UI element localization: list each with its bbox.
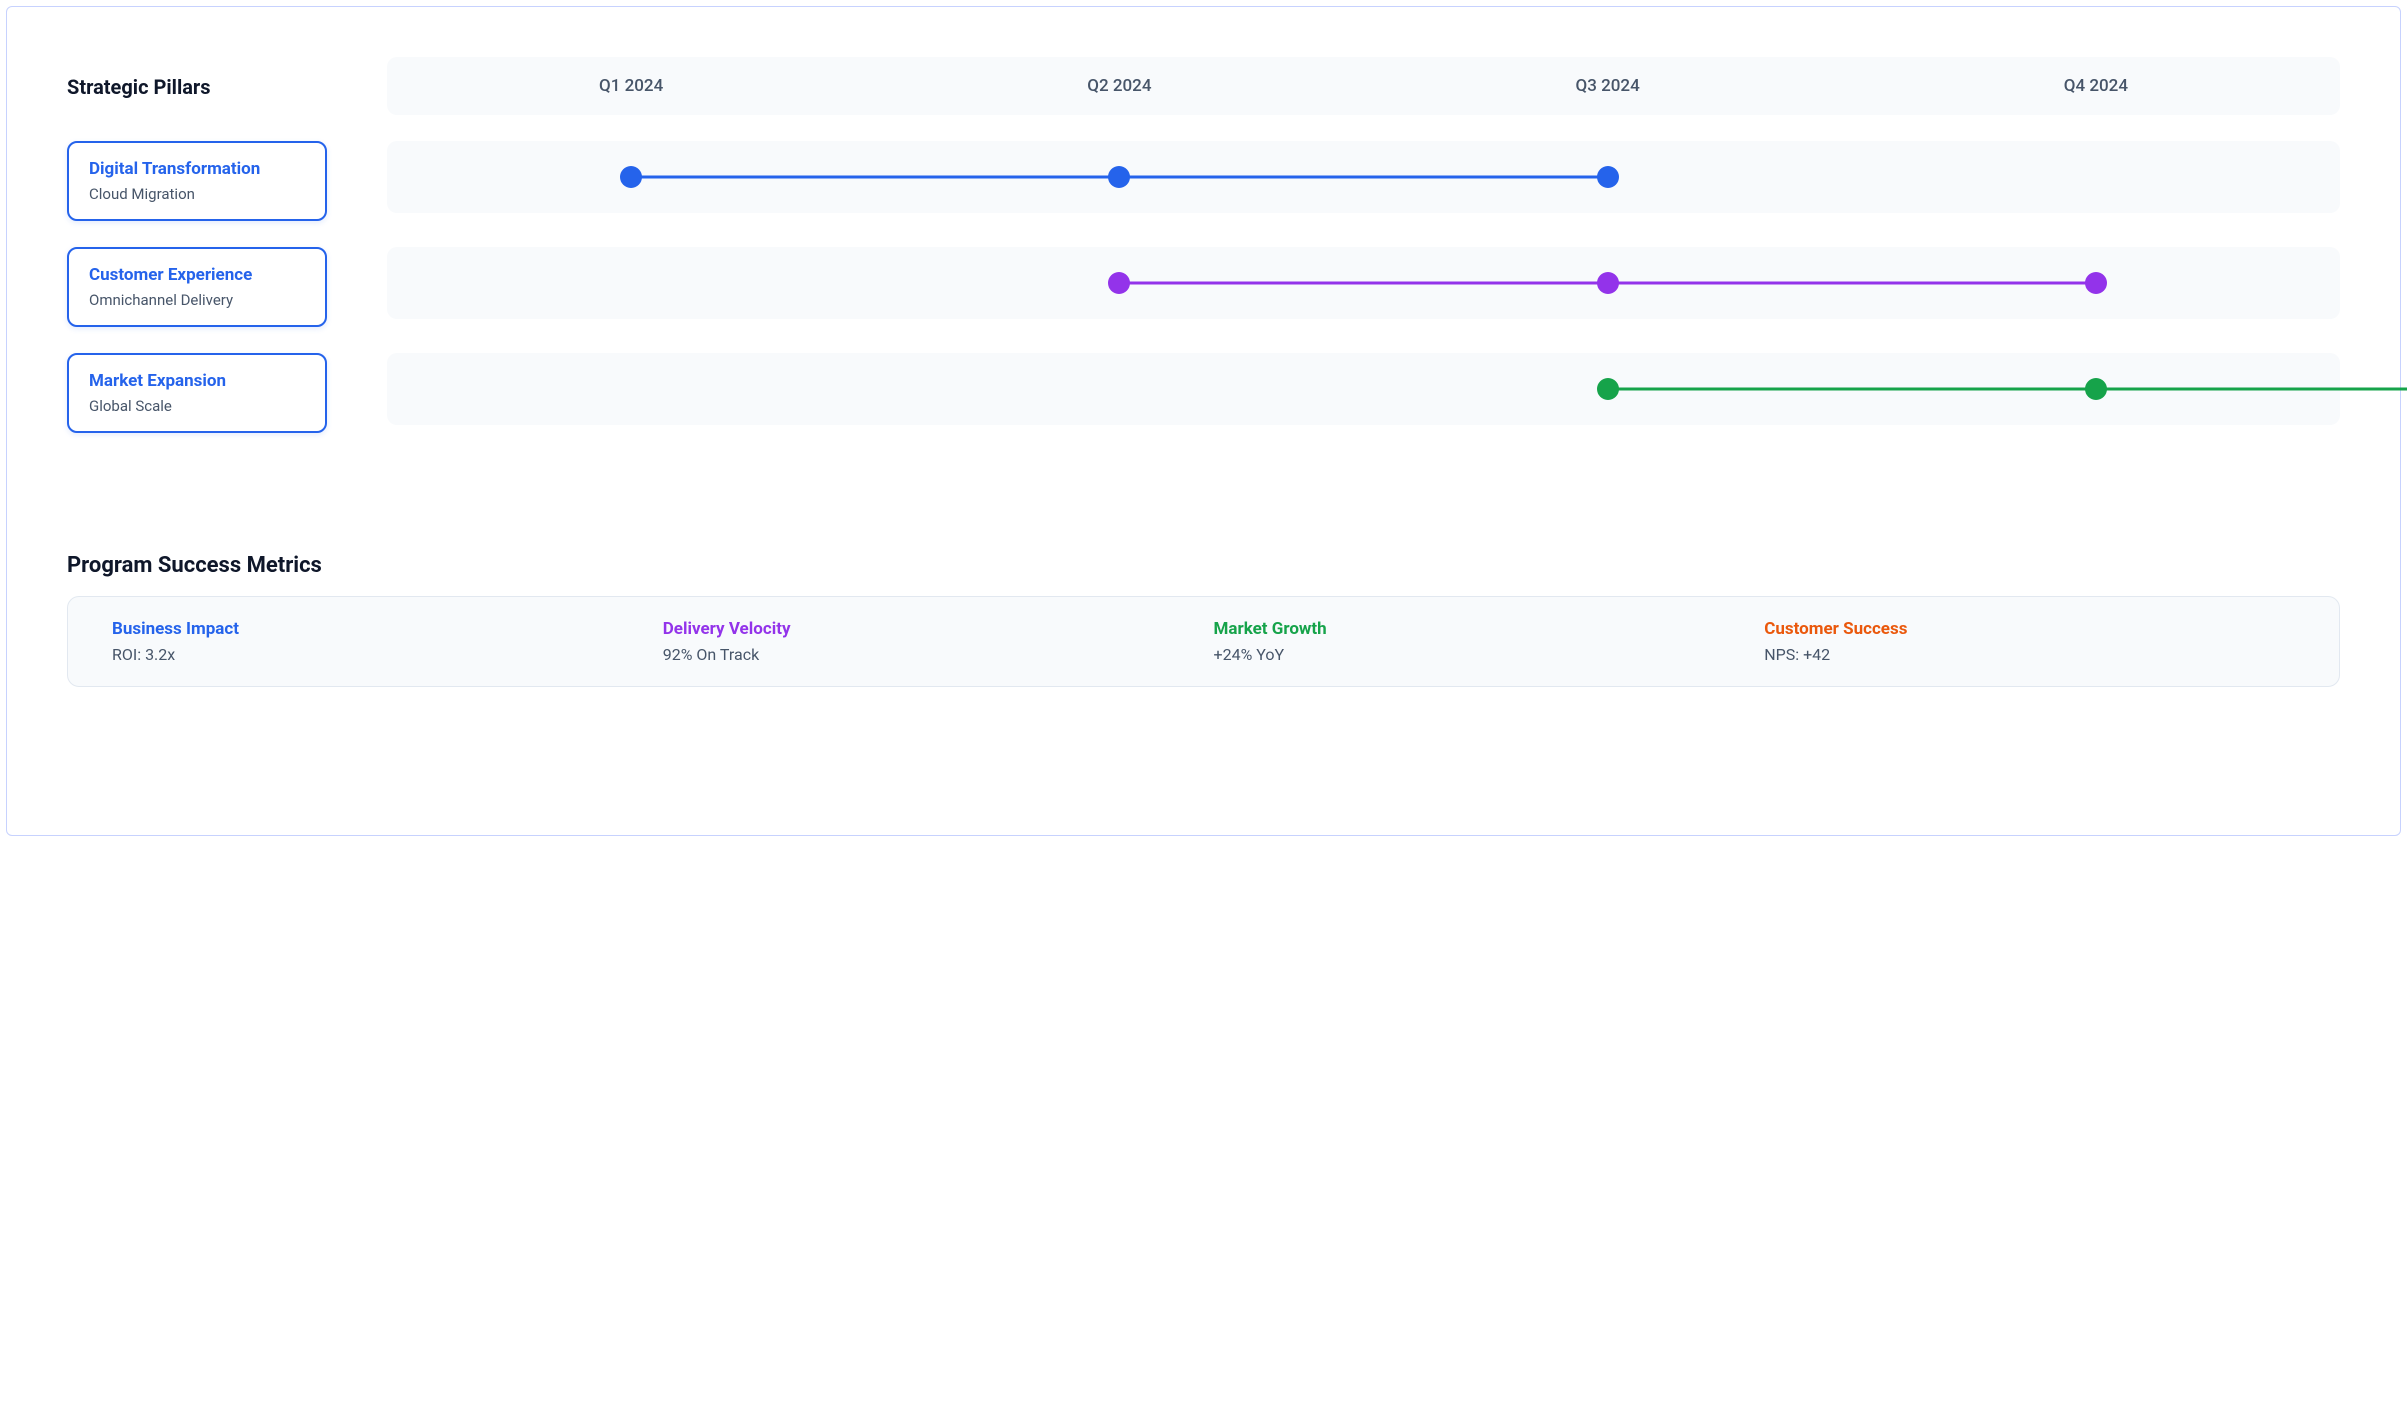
quarter-header: Q1 2024 Q2 2024 Q3 2024 Q4 2024 xyxy=(387,57,2340,115)
timeline-milestone-dot[interactable] xyxy=(1597,166,1619,188)
timeline-track-digital-transformation xyxy=(387,141,2340,213)
roadmap-frame: Strategic Pillars Q1 2024 Q2 2024 Q3 202… xyxy=(6,6,2401,836)
metrics-title: Program Success Metrics xyxy=(67,553,2340,578)
section-title: Strategic Pillars xyxy=(67,57,327,99)
metric-business-impact: Business Impact ROI: 3.2x xyxy=(112,619,643,664)
pillar-card-customer-experience[interactable]: Customer Experience Omnichannel Delivery xyxy=(67,247,327,327)
metric-value: 92% On Track xyxy=(663,645,1194,664)
timeline-milestone-dot[interactable] xyxy=(2085,378,2107,400)
pillar-subtitle: Global Scale xyxy=(89,397,305,415)
timeline-line xyxy=(1608,388,2407,391)
pillar-card-digital-transformation[interactable]: Digital Transformation Cloud Migration xyxy=(67,141,327,221)
quarter-label-q3: Q3 2024 xyxy=(1364,76,1852,96)
metric-delivery-velocity: Delivery Velocity 92% On Track xyxy=(663,619,1194,664)
timeline-track-market-expansion xyxy=(387,353,2340,425)
pillar-title: Market Expansion xyxy=(89,371,305,391)
quarter-label-q4: Q4 2024 xyxy=(1852,76,2340,96)
metric-customer-success: Customer Success NPS: +42 xyxy=(1764,619,2295,664)
metric-value: +24% YoY xyxy=(1214,645,1745,664)
metric-title: Business Impact xyxy=(112,619,643,639)
timeline-milestone-dot[interactable] xyxy=(1597,378,1619,400)
quarter-label-q2: Q2 2024 xyxy=(875,76,1363,96)
timeline-milestone-dot[interactable] xyxy=(2085,272,2107,294)
timeline-milestone-dot[interactable] xyxy=(1108,166,1130,188)
metric-market-growth: Market Growth +24% YoY xyxy=(1214,619,1745,664)
timeline-milestone-dot[interactable] xyxy=(1108,272,1130,294)
timeline-milestone-dot[interactable] xyxy=(620,166,642,188)
timeline-milestone-dot[interactable] xyxy=(1597,272,1619,294)
metric-title: Market Growth xyxy=(1214,619,1745,639)
pillar-subtitle: Cloud Migration xyxy=(89,185,305,203)
metric-title: Delivery Velocity xyxy=(663,619,1194,639)
metrics-section: Program Success Metrics Business Impact … xyxy=(67,553,2340,687)
metrics-panel: Business Impact ROI: 3.2x Delivery Veloc… xyxy=(67,596,2340,687)
metric-value: NPS: +42 xyxy=(1764,645,2295,664)
metric-value: ROI: 3.2x xyxy=(112,645,643,664)
metric-title: Customer Success xyxy=(1764,619,2295,639)
pillar-title: Customer Experience xyxy=(89,265,305,285)
pillar-subtitle: Omnichannel Delivery xyxy=(89,291,305,309)
roadmap-grid: Strategic Pillars Q1 2024 Q2 2024 Q3 202… xyxy=(67,57,2340,433)
pillar-title: Digital Transformation xyxy=(89,159,305,179)
pillar-card-market-expansion[interactable]: Market Expansion Global Scale xyxy=(67,353,327,433)
timeline-track-customer-experience xyxy=(387,247,2340,319)
quarter-label-q1: Q1 2024 xyxy=(387,76,875,96)
